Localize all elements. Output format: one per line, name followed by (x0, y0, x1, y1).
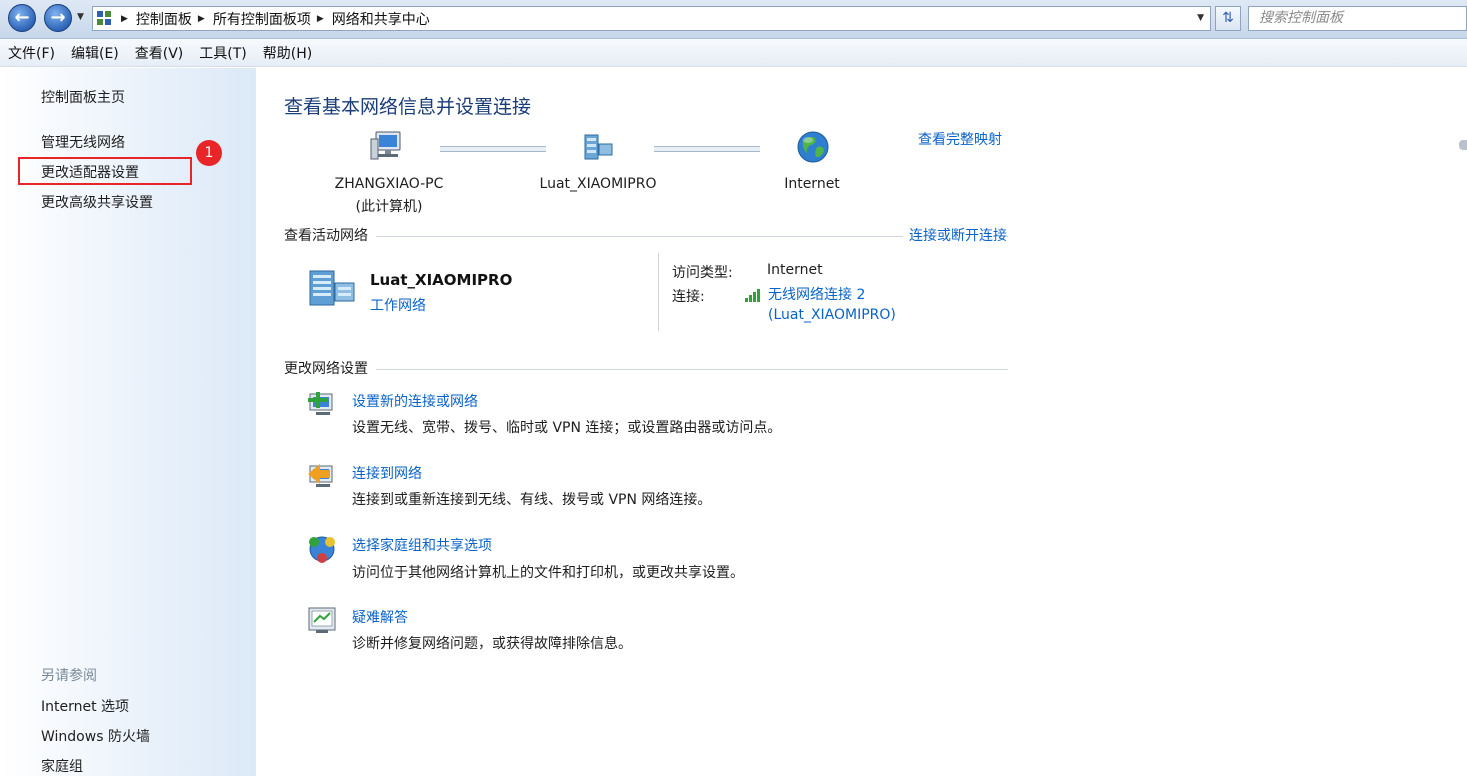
forward-button[interactable]: → (44, 4, 72, 32)
section-divider (376, 369, 1008, 370)
menu-view[interactable]: 查看(V) (135, 41, 184, 65)
task-connect-network-desc: 连接到或重新连接到无线、有线、拨号或 VPN 网络连接。 (352, 492, 712, 508)
breadcrumb-all-items[interactable]: 所有控制面板项 ▶ (213, 9, 332, 29)
control-panel-icon (97, 10, 115, 27)
menu-tools[interactable]: 工具(T) (199, 41, 246, 65)
breadcrumb-label: 控制面板 (135, 11, 192, 28)
address-dropdown-icon[interactable]: ▼ (1197, 13, 1204, 23)
task-setup-connection-link[interactable]: 设置新的连接或网络 (352, 391, 478, 411)
task-troubleshoot-link[interactable]: 疑难解答 (352, 607, 408, 627)
annotation-badge: 1 (196, 140, 222, 166)
sidebar-item-manage-wireless[interactable]: 管理无线网络 (41, 132, 125, 152)
address-bar[interactable]: ▶ 控制面板 ▶ 所有控制面板项 ▶ 网络和共享中心 ▼ (92, 6, 1211, 31)
sidebar-item-internet-options[interactable]: Internet 选项 (41, 696, 129, 716)
globe-icon (797, 131, 829, 163)
internet-label: Internet (784, 176, 840, 192)
wireless-connection-name: 无线网络连接 2 (768, 287, 866, 303)
task-troubleshoot-desc: 诊断并修复网络问题，或获得故障排除信息。 (352, 636, 632, 652)
homegroup-sharing-icon (309, 536, 335, 563)
breadcrumb-separator-icon: ▶ (197, 13, 205, 24)
see-also-heading: 另请参阅 (41, 668, 97, 684)
new-connection-icon (308, 392, 333, 415)
computer-icon (370, 131, 401, 160)
connection-line (440, 146, 546, 152)
wireless-connection-ssid: (Luat_XIAOMIPRO) (768, 307, 896, 323)
sidebar-item-homegroup[interactable]: 家庭组 (41, 756, 83, 776)
breadcrumb-label: 所有控制面板项 (212, 11, 311, 28)
address-toolbar: ← → ▼ ▶ 控制面板 ▶ 所有控制面板项 ▶ 网络和共享中心 ▼ ⇅ 搜索控… (0, 0, 1467, 39)
task-homegroup-link[interactable]: 选择家庭组和共享选项 (352, 535, 492, 555)
network-building-icon (309, 270, 355, 306)
sidebar-item-advanced-sharing[interactable]: 更改高级共享设置 (41, 192, 153, 212)
refresh-button[interactable]: ⇅ (1215, 6, 1241, 31)
breadcrumb-separator-icon: ▶ (316, 13, 324, 24)
active-networks-heading: 查看活动网络 (284, 225, 374, 245)
network-name: Luat_XIAOMIPRO (539, 176, 657, 192)
annotation-highlight-box (18, 157, 192, 185)
network-icon (584, 134, 613, 160)
page-title: 查看基本网络信息并设置连接 (284, 96, 532, 118)
sidebar-item-home[interactable]: 控制面板主页 (41, 87, 125, 107)
computer-sub: (此计算机) (355, 199, 423, 215)
connect-disconnect-link[interactable]: 连接或断开连接 (903, 225, 1007, 245)
breadcrumb-control-panel[interactable]: 控制面板 ▶ (136, 9, 213, 29)
access-type-value: Internet (767, 262, 823, 278)
connections-label: 连接: (672, 289, 705, 305)
active-network-name: Luat_XIAOMIPRO (370, 271, 513, 289)
scrollbar[interactable] (1459, 140, 1467, 150)
search-input[interactable]: 搜索控制面板 (1248, 6, 1467, 31)
access-type-label: 访问类型: (672, 265, 733, 281)
wireless-connection-link[interactable]: 无线网络连接 2 (Luat_XIAOMIPRO) (768, 285, 896, 325)
connection-line (654, 146, 760, 152)
vertical-divider (658, 253, 659, 331)
breadcrumb-separator-icon: ▶ (121, 13, 128, 24)
computer-name: ZHANGXIAO-PC (334, 176, 444, 192)
troubleshoot-icon (308, 607, 336, 633)
task-setup-connection-desc: 设置无线、宽带、拨号、临时或 VPN 连接；或设置路由器或访问点。 (352, 420, 782, 436)
menu-edit[interactable]: 编辑(E) (71, 41, 119, 65)
breadcrumb-network-center[interactable]: 网络和共享中心 (332, 9, 430, 29)
sidebar-item-firewall[interactable]: Windows 防火墙 (41, 726, 150, 746)
main-content: 查看基本网络信息并设置连接 查看完整映射 ZHANGXIAO-PC (此计算机)… (256, 68, 1467, 776)
sidebar: 控制面板主页 管理无线网络 更改适配器设置 更改高级共享设置 1 另请参阅 In… (0, 68, 256, 776)
menu-file[interactable]: 文件(F) (8, 41, 55, 65)
task-connect-network-link[interactable]: 连接到网络 (352, 463, 422, 483)
breadcrumb-label: 网络和共享中心 (331, 11, 430, 28)
menu-bar: 文件(F) 编辑(E) 查看(V) 工具(T) 帮助(H) (0, 39, 1467, 67)
change-settings-heading: 更改网络设置 (284, 358, 374, 378)
back-button[interactable]: ← (8, 4, 36, 32)
connect-network-icon (308, 464, 333, 487)
view-full-map-link[interactable]: 查看完整映射 (918, 129, 1002, 149)
wireless-signal-icon (745, 289, 760, 302)
menu-help[interactable]: 帮助(H) (263, 41, 312, 65)
task-homegroup-desc: 访问位于其他网络计算机上的文件和打印机，或更改共享设置。 (352, 565, 744, 581)
network-type-link[interactable]: 工作网络 (370, 295, 426, 315)
recent-pages-dropdown-icon[interactable]: ▼ (77, 12, 84, 22)
